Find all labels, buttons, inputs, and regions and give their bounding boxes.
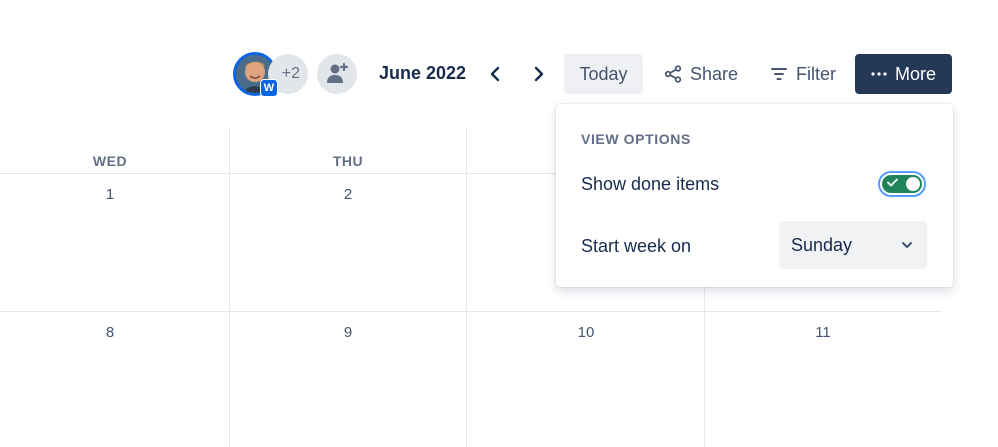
check-icon	[887, 178, 898, 187]
more-button[interactable]: More	[855, 54, 952, 94]
today-button[interactable]: Today	[564, 54, 643, 94]
share-button-label: Share	[690, 63, 739, 84]
add-people-button[interactable]	[317, 54, 357, 94]
person-plus-icon	[327, 62, 349, 83]
view-options-popover: VIEW OPTIONS Show done items Start week …	[556, 104, 953, 287]
show-done-items-label: Show done items	[581, 174, 720, 194]
grid-divider	[0, 173, 560, 174]
calendar-day-cell[interactable]: 2	[318, 186, 378, 203]
grid-divider	[229, 128, 230, 447]
calendar-day-cell[interactable]: 9	[318, 324, 378, 341]
show-done-items-toggle[interactable]	[878, 171, 926, 197]
grid-divider	[466, 128, 467, 447]
calendar-day-cell[interactable]: 10	[556, 324, 616, 341]
share-button[interactable]: Share	[660, 54, 750, 94]
day-header-thu: THU	[332, 153, 364, 169]
start-week-value: Sunday	[791, 234, 853, 255]
toggle-track	[882, 175, 922, 193]
calendar-day-cell[interactable]: 8	[80, 324, 140, 341]
chevron-right-icon	[534, 66, 544, 82]
chevron-down-icon	[902, 242, 912, 248]
more-button-label: More	[894, 63, 936, 84]
next-month-button[interactable]	[525, 60, 553, 88]
ellipsis-icon	[871, 72, 887, 76]
filter-button-label: Filter	[796, 63, 836, 84]
view-options-heading: VIEW OPTIONS	[581, 131, 691, 147]
grid-divider	[0, 311, 942, 312]
today-button-label: Today	[579, 63, 628, 84]
filter-icon	[771, 68, 787, 80]
current-month-label: June 2022	[379, 63, 467, 83]
filter-button[interactable]: Filter	[766, 54, 846, 94]
avatar-badge: W	[260, 79, 278, 97]
start-week-select[interactable]: Sunday	[779, 221, 927, 269]
start-week-label: Start week on	[581, 236, 692, 256]
calendar-day-cell[interactable]: 11	[793, 324, 853, 341]
calendar-day-cell[interactable]: 1	[80, 186, 140, 203]
day-header-wed: WED	[92, 153, 128, 169]
toggle-knob	[906, 177, 920, 191]
share-icon	[664, 65, 682, 83]
chevron-left-icon	[490, 66, 500, 82]
previous-month-button[interactable]	[481, 60, 509, 88]
